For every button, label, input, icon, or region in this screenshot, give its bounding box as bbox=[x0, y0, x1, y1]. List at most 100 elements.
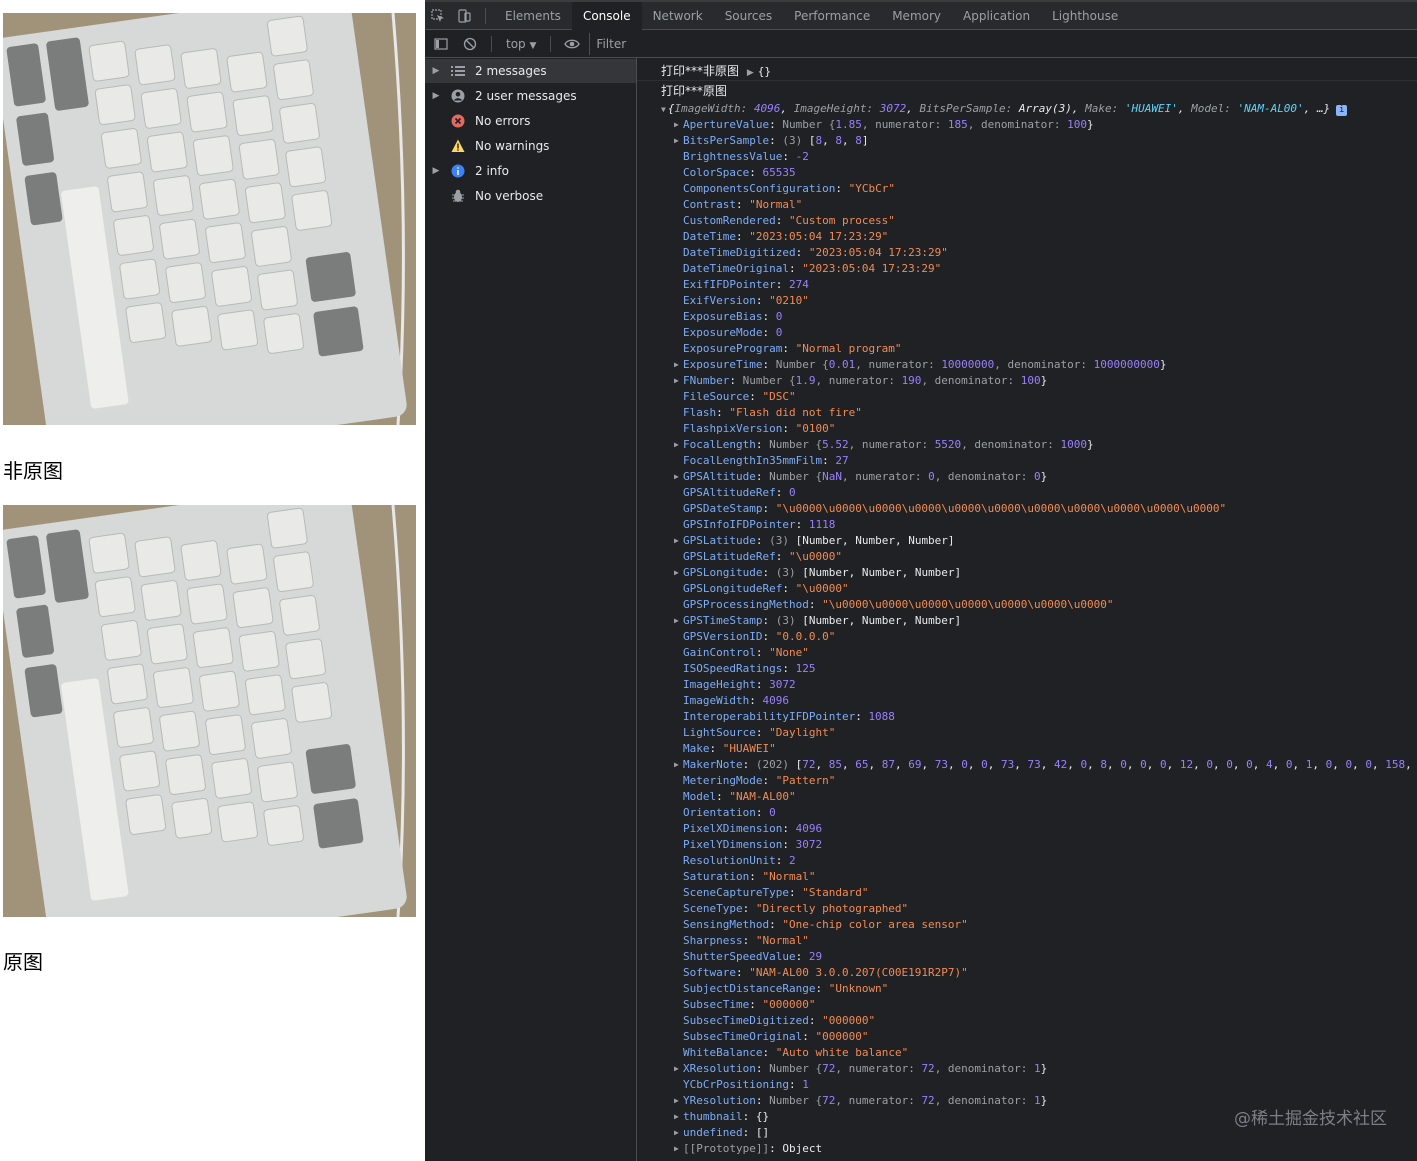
expand-arrow-icon[interactable]: ▶ bbox=[674, 373, 679, 389]
tab-memory[interactable]: Memory bbox=[881, 2, 952, 30]
tab-performance[interactable]: Performance bbox=[783, 2, 881, 30]
property-key: GainControl bbox=[683, 646, 756, 659]
summary-comma: , bbox=[780, 102, 794, 115]
property-colon: : bbox=[782, 150, 796, 163]
property-row: ExifVersion: "0210" bbox=[637, 293, 1417, 309]
tab-network[interactable]: Network bbox=[642, 2, 714, 30]
property-value: } bbox=[1087, 118, 1094, 131]
property-value: 65 bbox=[855, 758, 869, 771]
expand-arrow-icon[interactable]: ▶ bbox=[674, 1141, 679, 1157]
sidebar-toggle-icon[interactable] bbox=[425, 30, 457, 58]
property-key: FlashpixVersion bbox=[683, 422, 783, 435]
property-colon: : bbox=[775, 486, 789, 499]
sidebar-item[interactable]: ▶ 2 user messages bbox=[425, 84, 636, 108]
tab-console[interactable]: Console bbox=[571, 1, 642, 30]
expand-arrow-icon[interactable]: ▶ bbox=[674, 437, 679, 453]
sidebar-item[interactable]: No errors bbox=[425, 109, 636, 133]
tab-sources[interactable]: Sources bbox=[714, 2, 783, 30]
property-row[interactable]: ▶ GPSLongitude: (3) [Number, Number, Numb… bbox=[637, 565, 1417, 581]
list-icon bbox=[447, 65, 469, 77]
property-value: } bbox=[1040, 1094, 1048, 1107]
log-message-text: 打印***非原图 bbox=[661, 64, 740, 78]
property-key: Orientation bbox=[683, 806, 756, 819]
property-row[interactable]: ▶ GPSTimeStamp: (3) [Number, Number, Numb… bbox=[637, 613, 1417, 629]
property-value: "Directly photographed" bbox=[755, 902, 909, 915]
property-row: SubsecTimeDigitized: "000000" bbox=[637, 1013, 1417, 1029]
collapse-arrow-icon[interactable]: ▼ bbox=[661, 105, 666, 114]
property-value: 1088 bbox=[868, 710, 895, 723]
expand-arrow-icon[interactable]: ▶ bbox=[674, 613, 679, 629]
expand-arrow-icon[interactable]: ▶ bbox=[674, 1125, 679, 1141]
console-toolbar: top ▼ bbox=[425, 30, 1417, 58]
expand-arrow-icon[interactable]: ▶ bbox=[674, 469, 679, 485]
expand-arrow-icon[interactable]: ▶ bbox=[674, 1061, 679, 1077]
property-colon: : bbox=[709, 742, 723, 755]
property-key: DateTime bbox=[683, 230, 736, 243]
property-key: Contrast bbox=[683, 198, 736, 211]
sidebar-item[interactable]: No verbose bbox=[425, 184, 636, 208]
filter-input[interactable] bbox=[589, 32, 1417, 55]
property-value: 5520 bbox=[934, 438, 962, 451]
expand-arrow-icon[interactable]: ▶ bbox=[425, 166, 447, 176]
property-value: 0 bbox=[1365, 758, 1372, 771]
property-key: SceneCaptureType bbox=[683, 886, 789, 899]
property-key: LightSource bbox=[683, 726, 756, 739]
property-key: ISOSpeedRatings bbox=[683, 662, 783, 675]
property-value: 73 bbox=[1027, 758, 1041, 771]
property-colon: : bbox=[742, 758, 756, 771]
property-colon: : bbox=[782, 582, 796, 595]
object-summary[interactable]: ▼ {ImageWidth: 4096, ImageHeight: 3072, B… bbox=[637, 101, 1417, 117]
tab-application[interactable]: Application bbox=[952, 2, 1041, 30]
property-row[interactable]: ▶ GPSAltitude: Number {NaN, numerator: 0,… bbox=[637, 469, 1417, 485]
sidebar-item[interactable]: ▶ 2 info bbox=[425, 159, 636, 183]
property-colon: : bbox=[716, 790, 730, 803]
object-properties: ▶ ApertureValue: Number {1.85, numerator:… bbox=[637, 117, 1417, 1157]
tab-elements[interactable]: Elements bbox=[494, 2, 572, 30]
console-log-entry[interactable]: 打印***原图 bbox=[637, 81, 1417, 101]
property-value: , bbox=[822, 134, 836, 147]
property-row[interactable]: ▶ ExposureTime: Number {0.01, numerator: … bbox=[637, 357, 1417, 373]
expand-arrow-icon[interactable]: ▶ bbox=[674, 117, 679, 133]
property-colon: : bbox=[755, 1062, 770, 1075]
caption-modified: 非原图 bbox=[3, 459, 63, 483]
property-value: 4096 bbox=[795, 822, 823, 835]
sidebar-item[interactable]: No warnings bbox=[425, 134, 636, 158]
expand-arrow-icon[interactable]: ▶ bbox=[674, 133, 679, 149]
property-row[interactable]: ▶ GPSLatitude: (3) [Number, Number, Numbe… bbox=[637, 533, 1417, 549]
property-row[interactable]: ▶ FocalLength: Number {5.52, numerator: 5… bbox=[637, 437, 1417, 453]
property-value: 0 bbox=[928, 470, 935, 483]
expand-arrow-icon[interactable]: ▶ bbox=[674, 357, 679, 373]
clear-console-icon[interactable] bbox=[457, 30, 483, 58]
property-value: , numerator: bbox=[841, 470, 929, 483]
property-key: YResolution bbox=[683, 1094, 756, 1107]
property-value: "Normal" bbox=[755, 934, 809, 947]
inspect-element-icon[interactable] bbox=[425, 2, 451, 30]
console-log-entry[interactable]: 打印***非原图 ▶{} bbox=[637, 61, 1417, 81]
property-value: , bbox=[1371, 758, 1386, 771]
property-row[interactable]: ▶ [[Prototype]]: Object bbox=[637, 1141, 1417, 1157]
expand-arrow-icon[interactable]: ▶ bbox=[425, 66, 447, 76]
live-expression-eye-icon[interactable] bbox=[559, 30, 585, 58]
property-row: ExposureProgram: "Normal program" bbox=[637, 341, 1417, 357]
property-value: "0210" bbox=[769, 294, 809, 307]
property-row[interactable]: ▶ ApertureValue: Number {1.85, numerator:… bbox=[637, 117, 1417, 133]
device-toolbar-icon[interactable] bbox=[451, 2, 477, 30]
expand-arrow-icon[interactable]: ▶ bbox=[674, 757, 679, 773]
sidebar-item[interactable]: ▶ 2 messages bbox=[425, 59, 636, 83]
context-selector[interactable]: top ▼ bbox=[500, 37, 542, 51]
expand-arrow-icon[interactable]: ▶ bbox=[674, 565, 679, 581]
expand-arrow-icon[interactable]: ▶ bbox=[674, 1093, 679, 1109]
property-row[interactable]: ▶ XResolution: Number {72, numerator: 72,… bbox=[637, 1061, 1417, 1077]
property-row: GPSProcessingMethod: "\u0000\u0000\u0000… bbox=[637, 597, 1417, 613]
property-row[interactable]: ▶ FNumber: Number {1.9, numerator: 190, d… bbox=[637, 373, 1417, 389]
property-row[interactable]: ▶ MakerNote: (202) [72, 85, 65, 87, 69, 7… bbox=[637, 757, 1417, 773]
expand-arrow-icon[interactable]: ▶ bbox=[425, 91, 447, 101]
expand-arrow-icon[interactable]: ▶ bbox=[747, 68, 754, 78]
summary-value: 3072 bbox=[879, 102, 907, 115]
property-colon: : bbox=[782, 838, 796, 851]
expand-arrow-icon[interactable]: ▶ bbox=[674, 1109, 679, 1125]
info-badge-icon[interactable]: i bbox=[1336, 105, 1348, 116]
expand-arrow-icon[interactable]: ▶ bbox=[674, 533, 679, 549]
property-row[interactable]: ▶ BitsPerSample: (3) [8, 8, 8] bbox=[637, 133, 1417, 149]
tab-lighthouse[interactable]: Lighthouse bbox=[1041, 2, 1129, 30]
